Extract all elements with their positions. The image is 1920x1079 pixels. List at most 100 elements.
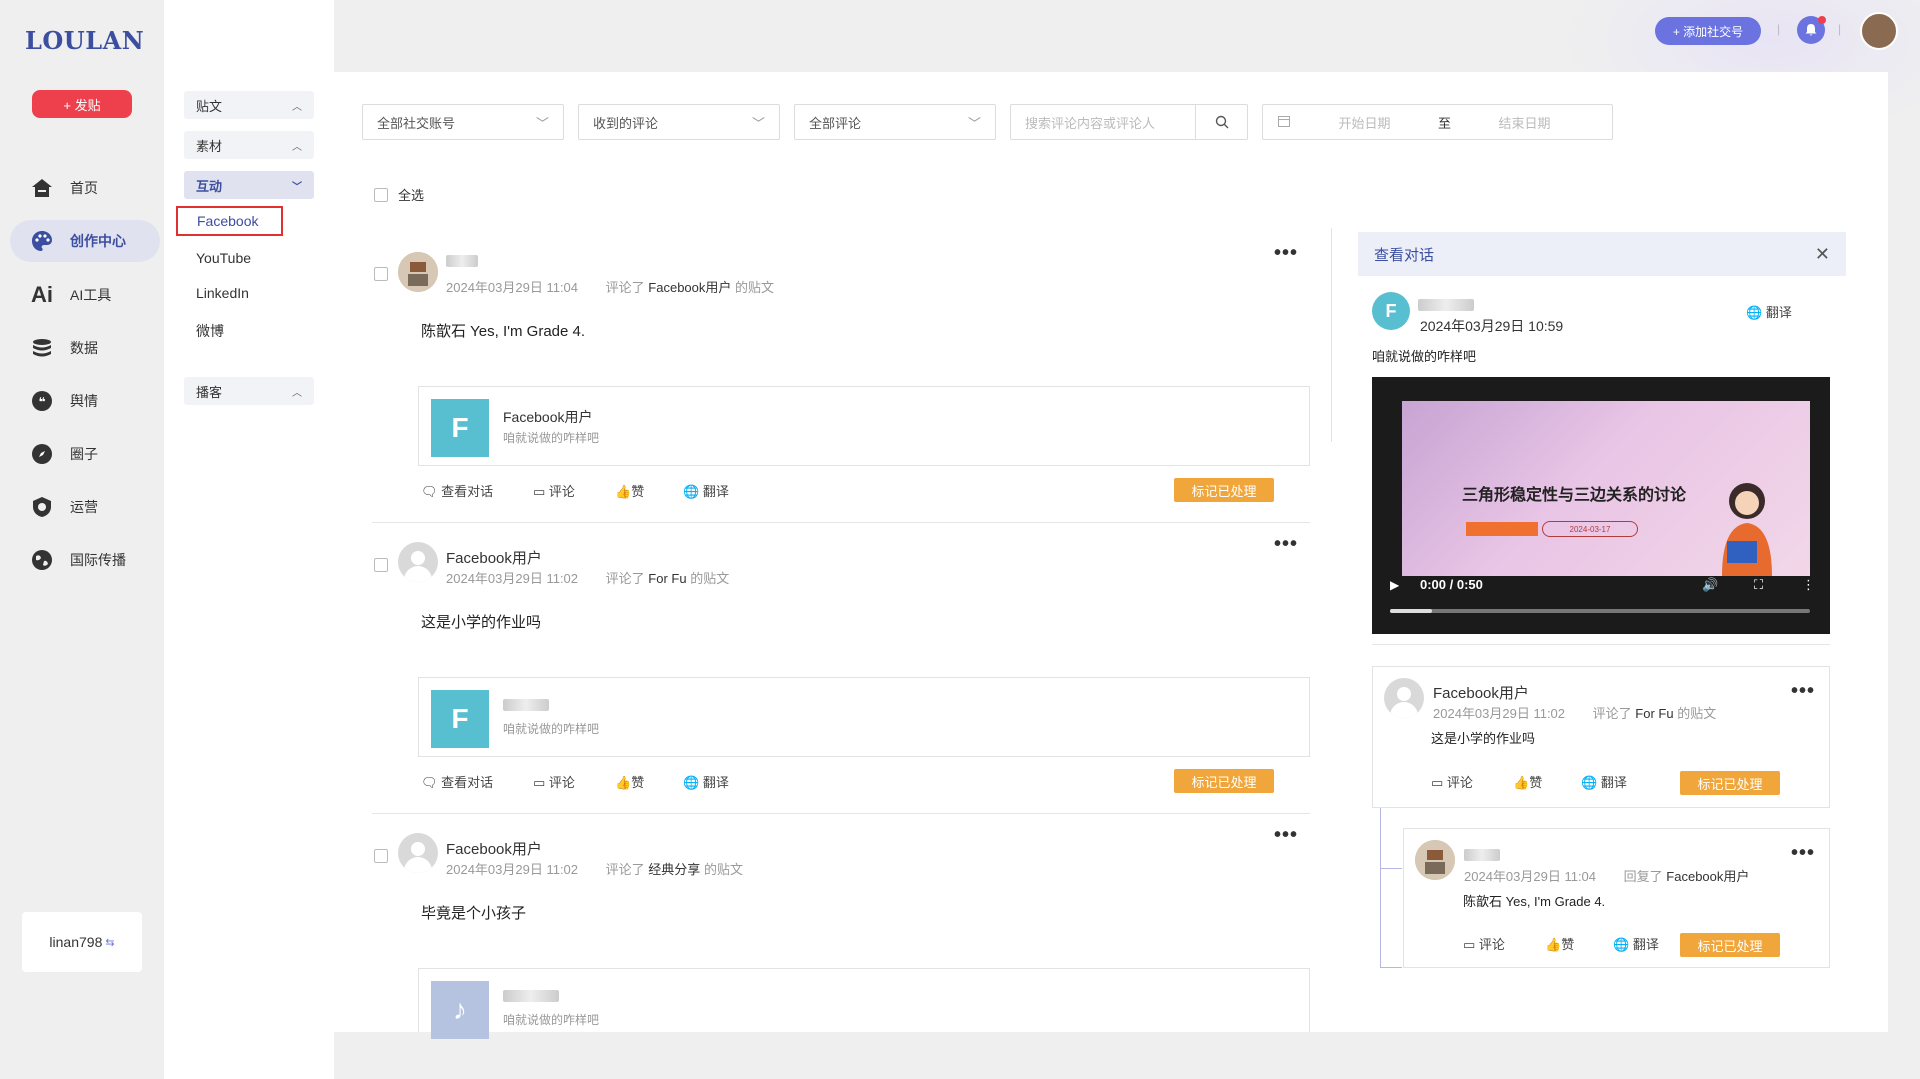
- mark-processed-button[interactable]: 标记已处理: [1174, 769, 1274, 793]
- nav-item-sentiment[interactable]: ❝ 舆情: [10, 380, 160, 422]
- mark-processed-button[interactable]: 标记已处理: [1680, 933, 1780, 957]
- nav-label: 圈子: [70, 446, 98, 462]
- group-label: 播客: [196, 384, 223, 400]
- volume-icon[interactable]: 🔊: [1702, 577, 1718, 593]
- thumbs-up-icon: 👍: [615, 484, 632, 499]
- translate-button[interactable]: 🌐 翻译: [1613, 934, 1659, 953]
- nav-label: 国际传播: [70, 552, 126, 568]
- comment-button[interactable]: ▭ 评论: [533, 772, 575, 791]
- commenter-name: Facebook用户: [446, 841, 542, 858]
- quoted-post[interactable]: F Facebook用户 咱就说做的咋样吧: [418, 386, 1310, 466]
- more-icon[interactable]: •••: [1274, 533, 1298, 556]
- globe-icon: [30, 548, 54, 572]
- video-time: 0:00 / 0:50: [1420, 577, 1483, 592]
- video-badge: [1466, 522, 1538, 536]
- nav-item-ai-tools[interactable]: Ai AI工具: [10, 274, 160, 316]
- subnav-item-youtube[interactable]: YouTube: [196, 250, 251, 266]
- comment-checkbox[interactable]: [374, 558, 388, 572]
- nav-label: AI工具: [70, 287, 112, 303]
- reply-meta: 2024年03月29日 11:04 回复了 Facebook用户: [1464, 869, 1750, 884]
- more-icon[interactable]: •••: [1274, 824, 1298, 847]
- comment-button[interactable]: ▭ 评论: [1431, 772, 1473, 791]
- more-icon[interactable]: •••: [1274, 242, 1298, 265]
- chevron-down-icon: ﹀: [967, 115, 981, 131]
- nav-item-operations[interactable]: 运营: [10, 486, 160, 528]
- like-button[interactable]: 👍赞: [1513, 772, 1542, 791]
- comment-type-select[interactable]: 全部评论 ﹀: [794, 104, 996, 140]
- end-date-input[interactable]: 结束日期: [1498, 113, 1550, 132]
- reply-actions: ▭ 评论 👍赞 🌐 翻译 标记已处理: [1463, 933, 1833, 958]
- select-all-label: 全选: [398, 188, 425, 203]
- search-box[interactable]: 搜索评论内容或评论人: [1010, 104, 1248, 140]
- translate-button[interactable]: 🌐 翻译: [683, 772, 729, 791]
- comment-checkbox[interactable]: [374, 267, 388, 281]
- shield-icon: [30, 495, 54, 519]
- comment-checkbox[interactable]: [374, 849, 388, 863]
- like-button[interactable]: 👍赞: [1545, 934, 1574, 953]
- like-button[interactable]: 👍赞: [615, 481, 644, 500]
- date-range-picker[interactable]: 开始日期 至 结束日期: [1262, 104, 1613, 140]
- comment-button[interactable]: ▭ 评论: [533, 481, 575, 500]
- select-value: 收到的评论: [593, 115, 659, 131]
- mark-processed-button[interactable]: 标记已处理: [1680, 771, 1780, 795]
- user-avatar[interactable]: [1860, 12, 1898, 50]
- comment-meta: 2024年03月29日 11:02 评论了 For Fu 的贴文: [446, 571, 730, 586]
- account-select[interactable]: 全部社交账号 ﹀: [362, 104, 564, 140]
- post-translate-button[interactable]: 🌐 翻译: [1746, 302, 1792, 321]
- quoted-post[interactable]: ♪ 咱就说做的咋样吧: [418, 968, 1310, 1039]
- conversation-panel-header: 查看对话 ✕: [1358, 232, 1846, 276]
- logo: LOULAN: [25, 26, 145, 55]
- nav-item-circle[interactable]: 圈子: [10, 433, 160, 475]
- comment-button[interactable]: ▭ 评论: [1463, 934, 1505, 953]
- like-button[interactable]: 👍赞: [615, 772, 644, 791]
- subnav-group-interaction[interactable]: 互动 ﹀: [184, 171, 314, 199]
- quoted-author: Facebook用户: [503, 409, 593, 425]
- play-icon[interactable]: ▶: [1390, 578, 1399, 592]
- quote-icon: ❝: [30, 389, 54, 413]
- more-icon[interactable]: •••: [1791, 680, 1815, 703]
- thumbs-up-icon: 👍: [615, 775, 632, 790]
- mark-processed-button[interactable]: 标记已处理: [1174, 478, 1274, 502]
- translate-button[interactable]: 🌐 翻译: [1581, 772, 1627, 791]
- translate-button[interactable]: 🌐 翻译: [683, 481, 729, 500]
- nav-item-international[interactable]: 国际传播: [10, 539, 160, 581]
- globe-icon: 🌐: [1581, 775, 1598, 790]
- search-input[interactable]: 搜索评论内容或评论人: [1011, 113, 1155, 132]
- calendar-icon: [1277, 114, 1291, 131]
- chevron-up-icon: ︿: [292, 141, 302, 153]
- quoted-post[interactable]: F 咱就说做的咋样吧: [418, 677, 1310, 757]
- select-all[interactable]: 全选: [374, 185, 424, 204]
- subnav-item-weibo[interactable]: 微博: [196, 321, 224, 341]
- nav-item-home[interactable]: 首页: [10, 167, 160, 209]
- select-all-checkbox[interactable]: [374, 187, 388, 202]
- avatar: [398, 542, 438, 582]
- comment-actions: 🗨 查看对话 ▭ 评论 👍赞 🌐 翻译 标记已处理: [421, 478, 1281, 505]
- subnav-group-materials[interactable]: 素材 ︿: [184, 131, 314, 159]
- quoted-text: 咱就说做的咋样吧: [503, 1013, 600, 1027]
- quoted-text: 咱就说做的咋样吧: [503, 431, 600, 445]
- post-button[interactable]: + 发贴: [32, 90, 132, 118]
- chevron-up-icon: ︿: [292, 387, 302, 399]
- video-progress[interactable]: [1390, 609, 1810, 613]
- user-card[interactable]: linan798 ⇆: [22, 912, 142, 972]
- ai-icon: Ai: [31, 282, 53, 307]
- received-select[interactable]: 收到的评论 ﹀: [578, 104, 780, 140]
- subnav-group-posts[interactable]: 贴文 ︿: [184, 91, 314, 119]
- subnav-item-facebook[interactable]: Facebook: [176, 206, 283, 236]
- close-icon[interactable]: ✕: [1815, 244, 1830, 265]
- search-icon[interactable]: [1195, 105, 1247, 139]
- subnav-group-podcast[interactable]: 播客 ︿: [184, 377, 314, 405]
- post-author: [1418, 298, 1474, 314]
- switch-icon: ⇆: [105, 936, 115, 949]
- fullscreen-icon[interactable]: ⛶: [1754, 577, 1763, 593]
- add-social-account-button[interactable]: + 添加社交号: [1655, 17, 1761, 45]
- more-vertical-icon[interactable]: ⋮: [1802, 577, 1815, 593]
- video-player[interactable]: 三角形稳定性与三边关系的讨论 2024-03-17 ▶ 0:00 / 0:50 …: [1372, 377, 1830, 634]
- view-conversation-button[interactable]: 🗨 查看对话: [421, 481, 493, 500]
- nav-item-creation-center[interactable]: 创作中心: [10, 220, 160, 262]
- subnav-item-linkedin[interactable]: LinkedIn: [196, 285, 249, 301]
- view-conversation-button[interactable]: 🗨 查看对话: [421, 772, 493, 791]
- nav-item-data[interactable]: 数据: [10, 327, 160, 369]
- start-date-input[interactable]: 开始日期: [1338, 113, 1390, 132]
- more-icon[interactable]: •••: [1791, 842, 1815, 865]
